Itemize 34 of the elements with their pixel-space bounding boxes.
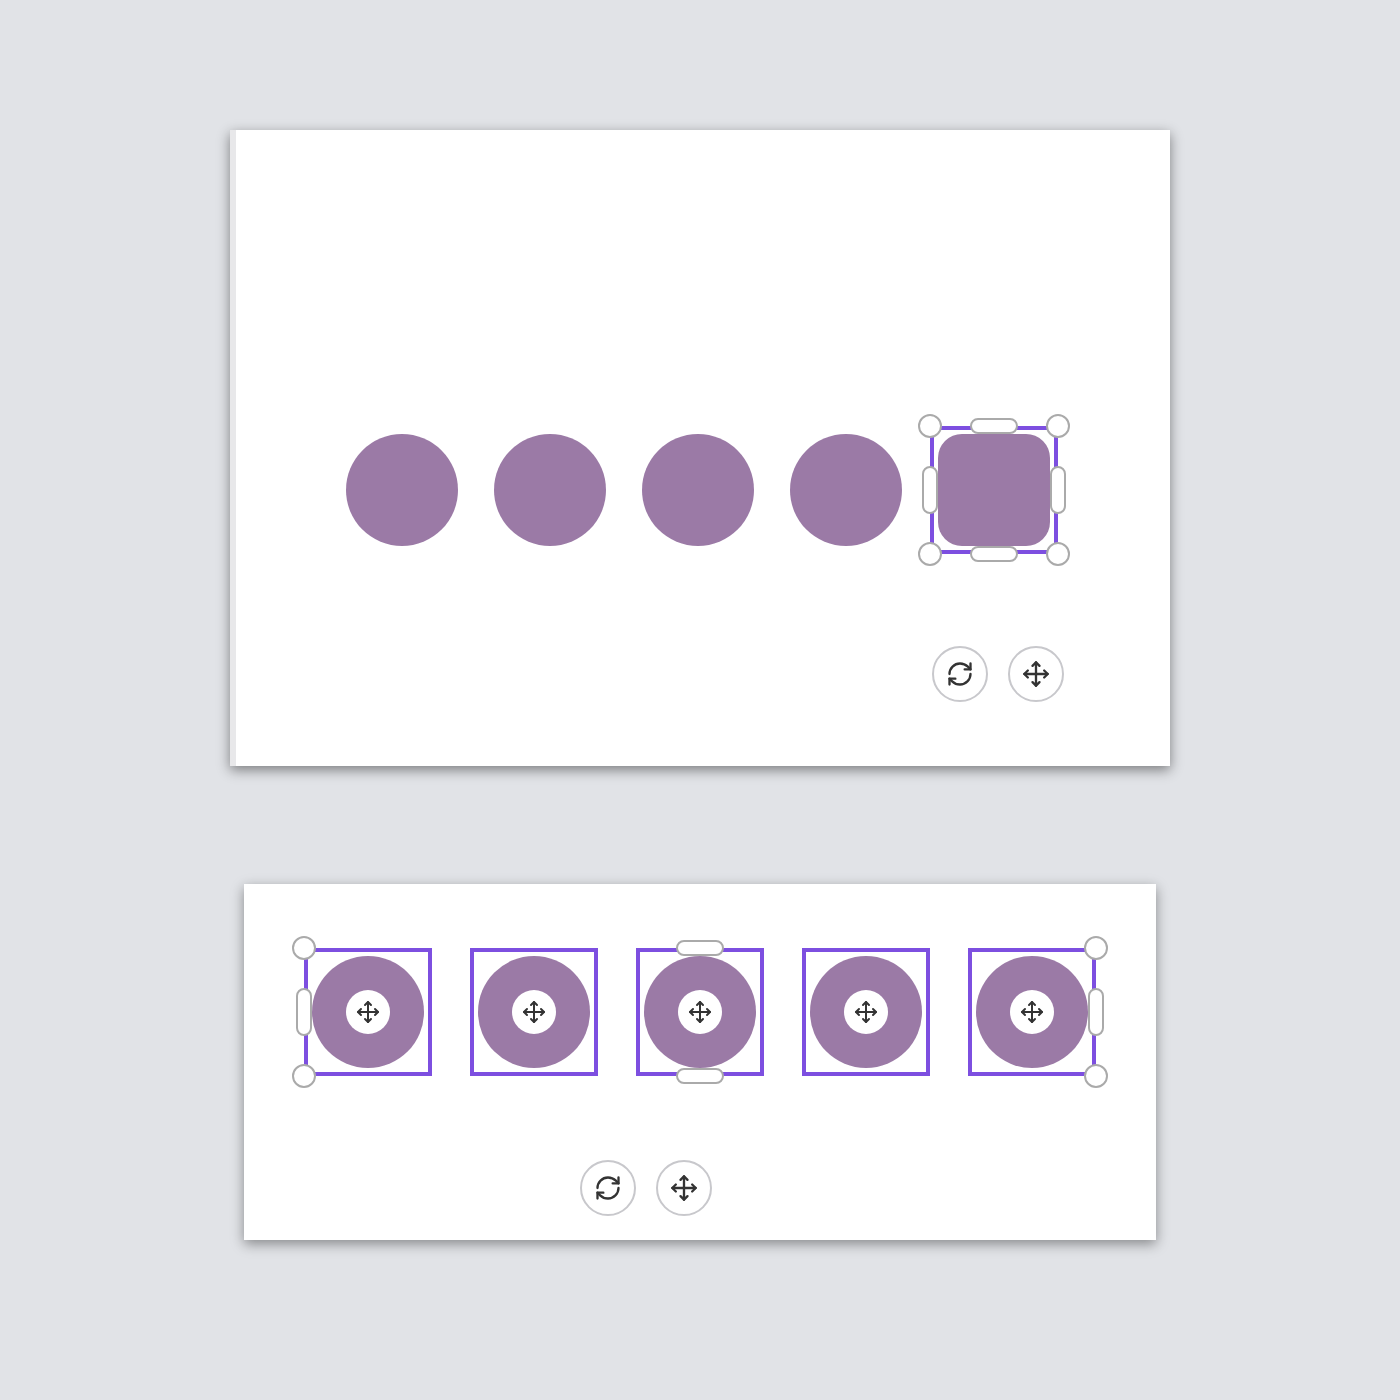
move-icon — [1022, 660, 1050, 688]
move-handle[interactable] — [346, 990, 390, 1034]
corner-handle[interactable] — [918, 414, 942, 438]
move-icon — [854, 1000, 878, 1024]
corner-handle[interactable] — [292, 936, 316, 960]
rotate-icon — [594, 1174, 622, 1202]
resize-handle[interactable] — [296, 988, 312, 1036]
resize-handle[interactable] — [676, 940, 724, 956]
move-handle[interactable] — [678, 990, 722, 1034]
corner-handle[interactable] — [1046, 414, 1070, 438]
corner-handle[interactable] — [292, 1064, 316, 1088]
resize-handle[interactable] — [970, 418, 1018, 434]
resize-handle[interactable] — [676, 1068, 724, 1084]
move-icon — [1020, 1000, 1044, 1024]
rotate-button[interactable] — [932, 646, 988, 702]
resize-handle[interactable] — [1088, 988, 1104, 1036]
move-handle[interactable] — [512, 990, 556, 1034]
move-handle[interactable] — [844, 990, 888, 1034]
corner-handle[interactable] — [1084, 936, 1108, 960]
move-icon — [522, 1000, 546, 1024]
rotate-button[interactable] — [580, 1160, 636, 1216]
rotate-icon — [946, 660, 974, 688]
move-icon — [670, 1174, 698, 1202]
resize-handle[interactable] — [922, 466, 938, 514]
resize-handle[interactable] — [970, 546, 1018, 562]
corner-handle[interactable] — [1084, 1064, 1108, 1088]
resize-handle[interactable] — [1050, 466, 1066, 514]
corner-handle[interactable] — [1046, 542, 1070, 566]
move-button[interactable] — [656, 1160, 712, 1216]
move-icon — [688, 1000, 712, 1024]
corner-handle[interactable] — [918, 542, 942, 566]
move-button[interactable] — [1008, 646, 1064, 702]
move-handle[interactable] — [1010, 990, 1054, 1034]
move-icon — [356, 1000, 380, 1024]
